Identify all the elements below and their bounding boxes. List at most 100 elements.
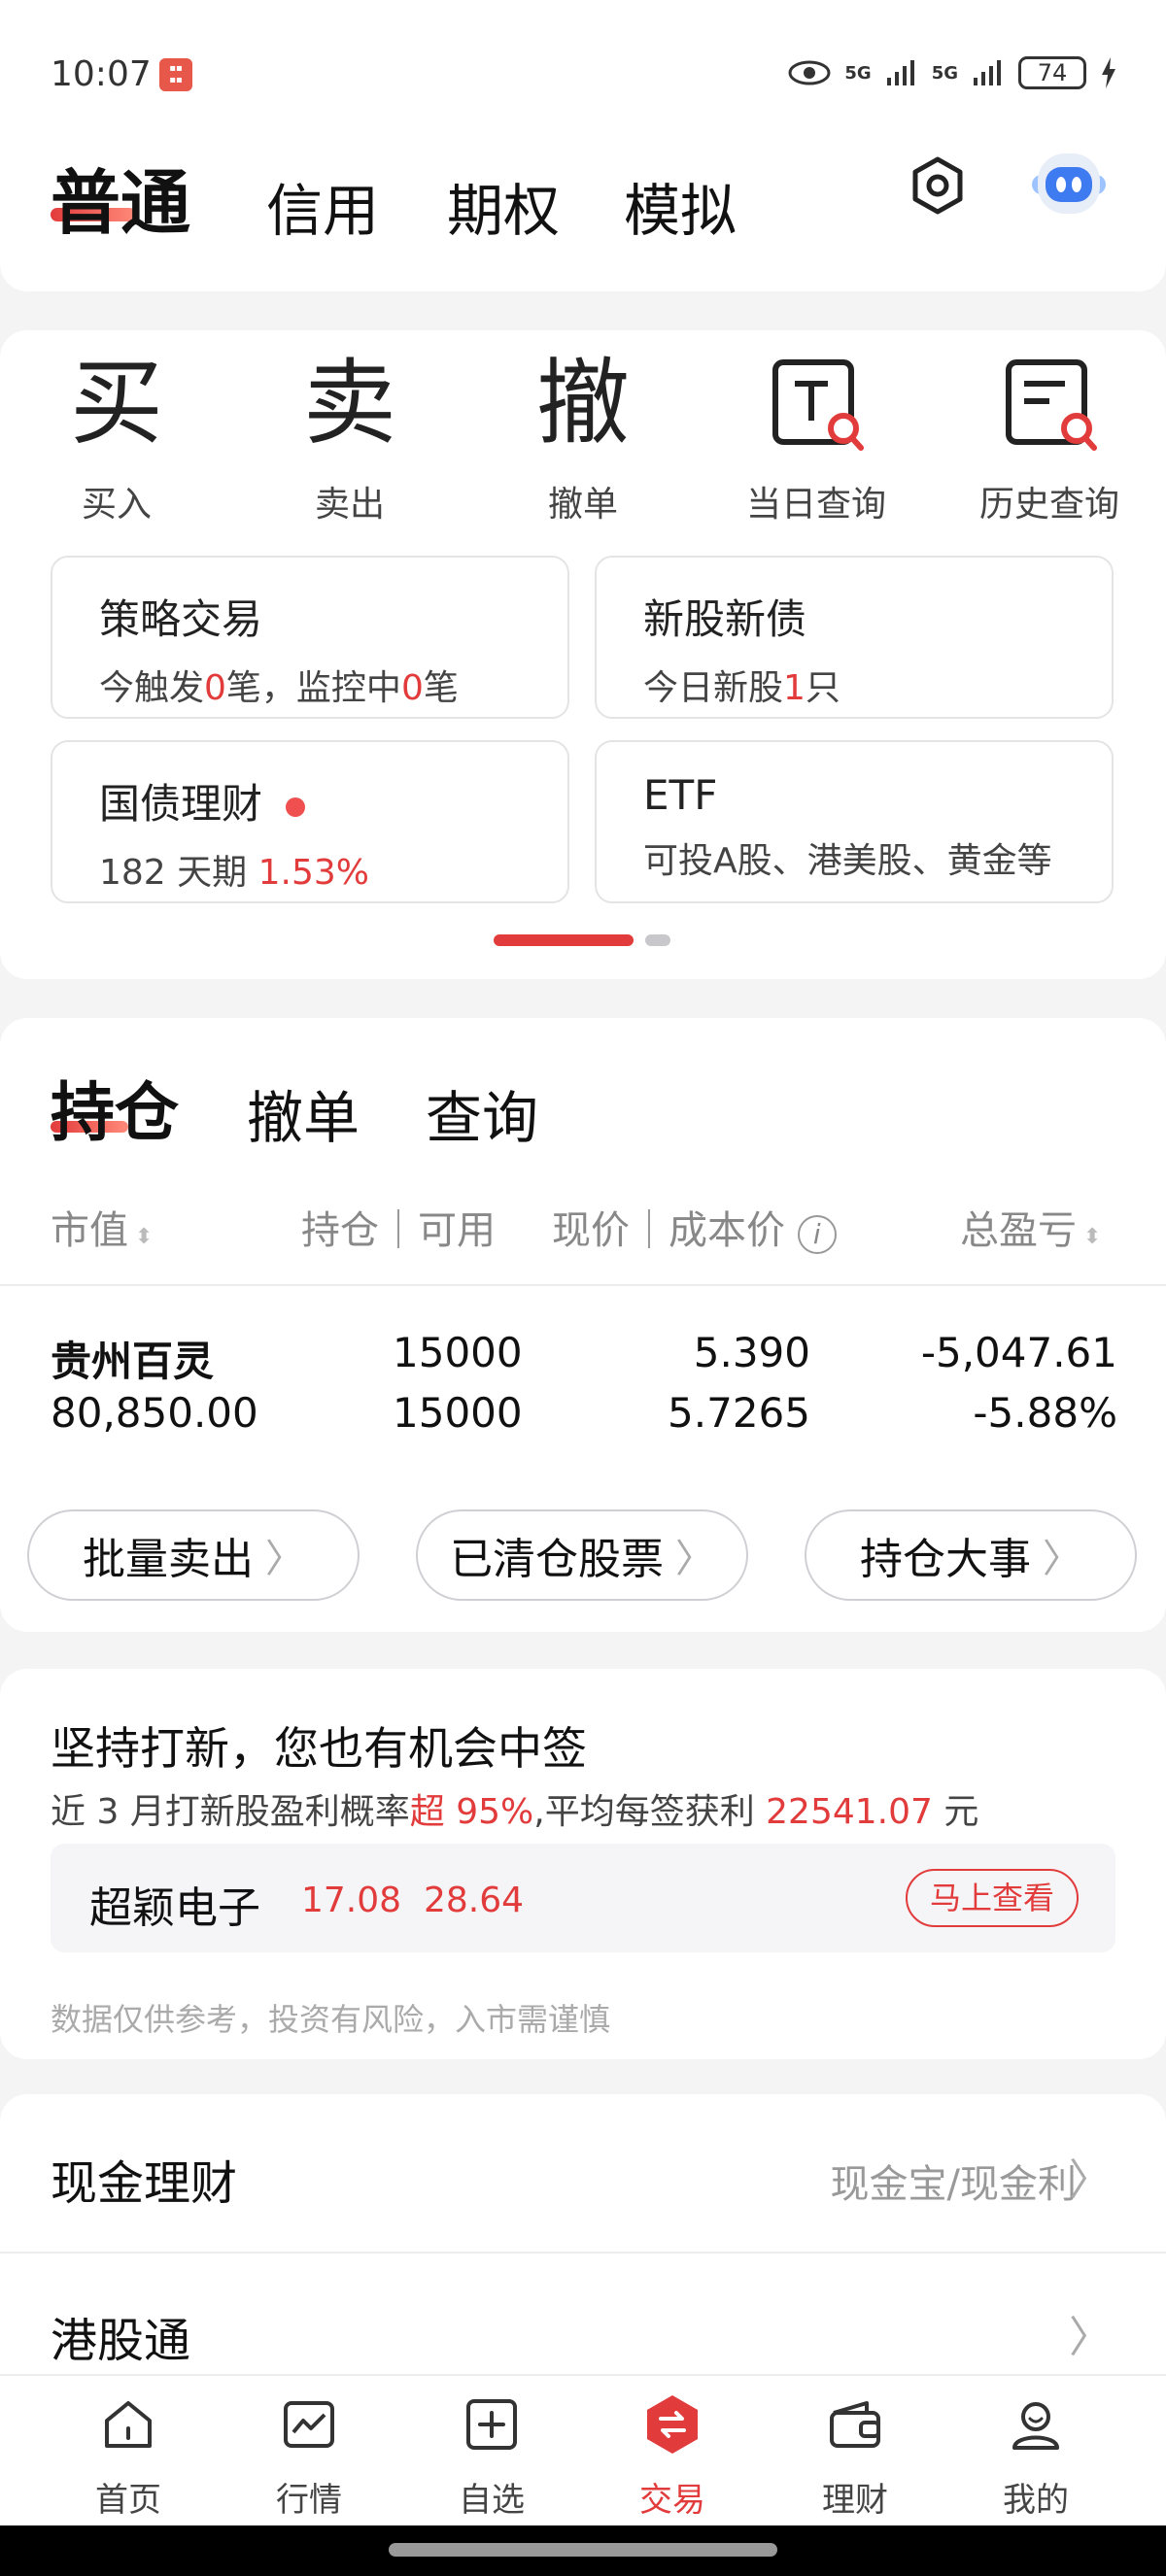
tab-simulation[interactable]: 模拟 <box>624 165 737 247</box>
etf-subtitle: 可投A股、港美股、黄金等 <box>643 841 1052 881</box>
stock-market-value: 80,850.00 <box>51 1389 258 1437</box>
chevron-right-icon: 〉 <box>1043 1537 1081 1581</box>
strategy-trading-card[interactable]: 策略交易 今触发0笔，监控中0笔 <box>51 556 569 719</box>
column-price: 现价｜成本价 i <box>552 1199 837 1255</box>
risk-disclaimer: 数据仅供参考，投资有风险，入市需谨慎 <box>51 2001 611 2038</box>
sell-button[interactable]: 卖 卖出 <box>253 350 447 526</box>
chart-icon <box>284 2401 334 2448</box>
charging-icon <box>1102 57 1115 88</box>
view-now-button[interactable]: 马上查看 <box>906 1869 1079 1927</box>
cancel-order-button[interactable]: 撤 撤单 <box>486 350 680 526</box>
ipo-stock-name: 超颖电子 <box>89 1883 260 1933</box>
nav-market[interactable]: 行情 <box>218 2386 400 2521</box>
chevron-right-icon: 〉 <box>1069 2155 1112 2205</box>
table-row[interactable]: 贵州百灵 80,850.00 15000 15000 5.390 5.7265 … <box>0 1311 1166 1457</box>
tab-holdings[interactable]: 持仓 <box>51 1061 179 1154</box>
strategy-title: 策略交易 <box>99 595 263 643</box>
sell-label: 卖出 <box>314 485 385 525</box>
holding-events-button[interactable]: 持仓大事〉 <box>805 1509 1137 1601</box>
nav-label: 我的 <box>1003 2481 1069 2520</box>
stock-price: 5.390 <box>693 1329 810 1376</box>
treasury-subtitle: 182 天期 1.53% <box>99 853 369 893</box>
tab-query[interactable]: 查询 <box>426 1072 538 1154</box>
signal-icon <box>974 60 1001 85</box>
nav-profile[interactable]: 我的 <box>944 2386 1127 2521</box>
strategy-subtitle: 今触发0笔，监控中0笔 <box>99 668 459 708</box>
stock-name: 贵州百灵 <box>51 1338 215 1385</box>
home-icon <box>105 2401 152 2448</box>
trade-icon <box>647 2395 698 2454</box>
divider <box>0 2252 1166 2254</box>
nav-label: 交易 <box>639 2481 705 2520</box>
new-stock-title: 新股新债 <box>643 595 807 643</box>
assistant-robot-icon[interactable] <box>1028 146 1110 223</box>
chevron-right-icon: 〉 <box>265 1537 304 1581</box>
nav-trade[interactable]: 交易 <box>581 2386 764 2521</box>
history-query-label: 历史查询 <box>978 485 1119 525</box>
cancel-order-icon: 撤 <box>536 349 630 458</box>
ipo-promo-title: 坚持打新，您也有机会中签 <box>51 1722 587 1775</box>
stock-cost: 5.7265 <box>668 1389 810 1437</box>
nav-wealth[interactable]: 理财 <box>764 2386 946 2521</box>
batch-sell-button[interactable]: 批量卖出〉 <box>27 1509 360 1601</box>
nav-label: 行情 <box>276 2481 342 2520</box>
system-icons: 5G 5G 74 <box>788 56 1117 89</box>
cancel-order-label: 撤单 <box>547 485 618 525</box>
etf-card[interactable]: ETF 可投A股、港美股、黄金等 <box>595 740 1114 903</box>
column-holdings: 持仓｜可用 <box>301 1208 496 1253</box>
divider <box>0 1284 1166 1286</box>
signal-icon <box>886 60 914 85</box>
treasury-title: 国债理财 <box>99 780 263 828</box>
tab-cancel-orders[interactable]: 撤单 <box>247 1072 360 1154</box>
column-total-pnl[interactable]: 总盈亏 ⬍ <box>960 1199 1101 1255</box>
treasury-bond-card[interactable]: 国债理财 182 天期 1.53% <box>51 740 569 903</box>
chevron-right-icon: 〉 <box>1069 2313 1112 2362</box>
list-item-title: 港股通 <box>51 2314 191 2368</box>
status-time: 10:07 <box>51 54 152 94</box>
pager-dot[interactable] <box>645 934 670 946</box>
sell-icon: 卖 <box>303 349 396 458</box>
history-query-icon <box>1006 359 1097 451</box>
sort-icon: ⬍ <box>128 1225 154 1249</box>
today-query-button[interactable]: 当日查询 <box>719 350 913 526</box>
signal-label-2: 5G <box>931 62 958 84</box>
history-query-button[interactable]: 历史查询 <box>952 350 1147 526</box>
profile-icon <box>1012 2402 1059 2450</box>
list-item-title: 现金理财 <box>51 2156 238 2211</box>
eye-icon <box>788 60 831 85</box>
settings-icon[interactable] <box>904 152 972 220</box>
new-dot-badge <box>286 797 306 817</box>
today-query-label: 当日查询 <box>745 485 886 525</box>
nav-home[interactable]: 首页 <box>37 2386 220 2521</box>
info-icon[interactable]: i <box>797 1215 837 1254</box>
stock-holding: 15000 <box>393 1329 523 1376</box>
ipo-promo-subtitle: 近 3 月打新股盈利概率超 95%,平均每签获利 22541.07 元 <box>51 1792 979 1832</box>
add-watchlist-icon <box>466 2399 517 2450</box>
sort-icon: ⬍ <box>1077 1225 1102 1249</box>
nav-label: 首页 <box>95 2481 161 2520</box>
stock-available: 15000 <box>393 1389 523 1437</box>
wallet-icon <box>830 2401 880 2448</box>
buy-label: 买入 <box>81 485 152 525</box>
battery-icon: 74 <box>1018 56 1086 89</box>
stock-pnl-percent: -5.88% <box>973 1389 1117 1437</box>
home-gesture-bar[interactable] <box>389 2543 777 2557</box>
buy-button[interactable]: 买 买入 <box>19 350 214 526</box>
tab-normal[interactable]: 普通 <box>51 146 190 248</box>
today-query-icon <box>772 359 864 451</box>
pager-dot-active <box>494 934 634 946</box>
cleared-stocks-button[interactable]: 已清仓股票〉 <box>416 1509 748 1601</box>
etf-title: ETF <box>643 771 718 819</box>
new-stock-bond-card[interactable]: 新股新债 今日新股1只 <box>595 556 1114 719</box>
tab-options[interactable]: 期权 <box>447 165 560 247</box>
column-market-value[interactable]: 市值 ⬍ <box>51 1199 153 1255</box>
tab-credit[interactable]: 信用 <box>266 165 379 247</box>
stock-pnl: -5,047.61 <box>920 1329 1117 1376</box>
signal-label-1: 5G <box>844 62 872 84</box>
nav-label: 理财 <box>822 2481 888 2520</box>
list-item-detail: 现金宝/现金利 <box>830 2162 1077 2207</box>
app-notification-icon: ▪▪ ▪▪ <box>159 58 192 91</box>
ipo-stock-prices: 17.08 28.64 <box>301 1881 525 1920</box>
chevron-right-icon: 〉 <box>675 1537 714 1581</box>
nav-watchlist[interactable]: 自选 <box>400 2386 583 2521</box>
